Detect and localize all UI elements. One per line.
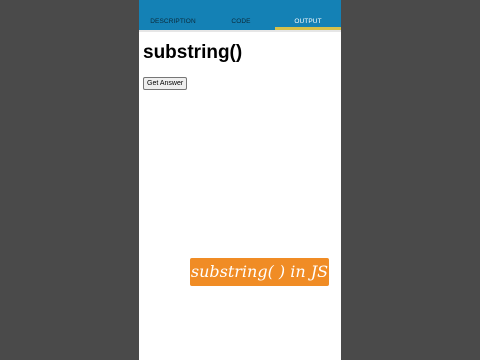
get-answer-button[interactable]: Get Answer bbox=[143, 77, 188, 90]
tab-output[interactable]: OUTPUT bbox=[275, 0, 341, 28]
tab-description[interactable]: DESCRIPTION bbox=[139, 0, 207, 28]
page-title: substring() bbox=[143, 42, 243, 63]
tab-bar-divider bbox=[139, 30, 341, 32]
tab-code[interactable]: CODE bbox=[207, 0, 275, 28]
video-caption-overlay: substring( ) in JS bbox=[190, 258, 329, 286]
tab-bar: DESCRIPTION CODE OUTPUT bbox=[139, 0, 341, 30]
app-screen: DESCRIPTION CODE OUTPUT substring() Get … bbox=[139, 0, 341, 360]
